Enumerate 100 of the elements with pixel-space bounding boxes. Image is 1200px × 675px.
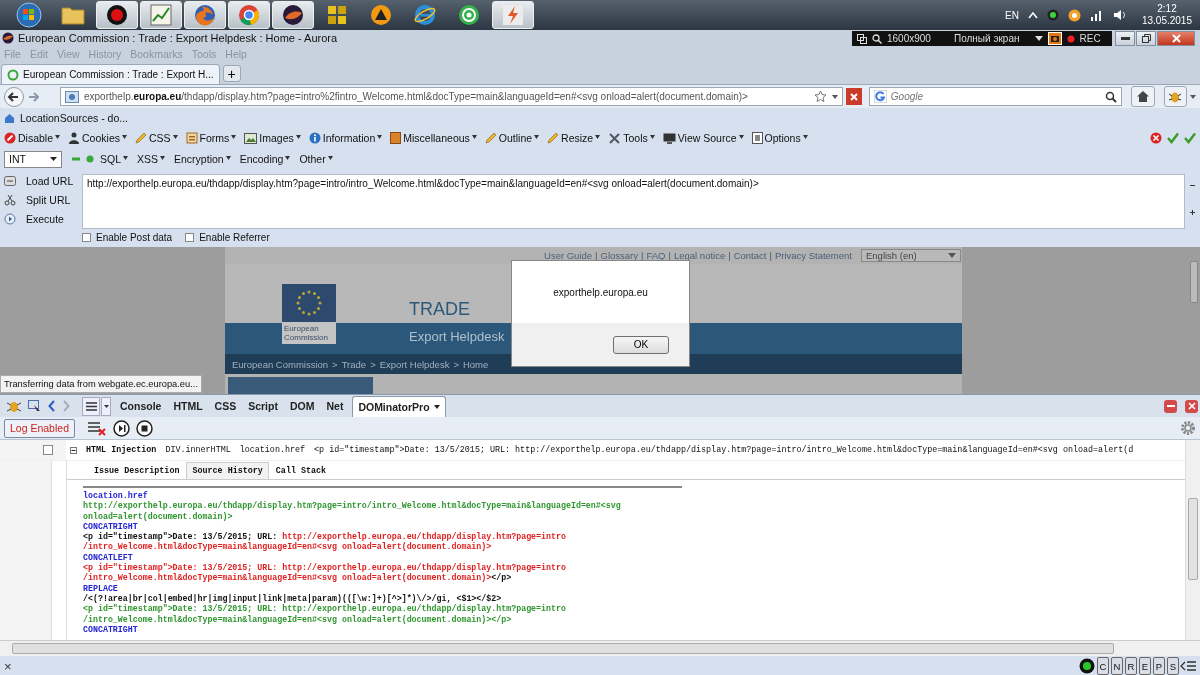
error-icon[interactable] bbox=[1150, 132, 1162, 144]
hackbar-menu[interactable]: SQL bbox=[100, 153, 128, 165]
hackbar-menu[interactable]: Encryption bbox=[174, 153, 231, 165]
settings-icon[interactable] bbox=[1180, 420, 1196, 436]
hackbar-action[interactable]: Execute bbox=[4, 212, 82, 225]
scrollbar[interactable] bbox=[1185, 440, 1200, 640]
breadcrumb-link[interactable]: Export Helpdesk bbox=[379, 358, 450, 370]
taskbar-button[interactable] bbox=[96, 1, 138, 29]
toolbar-menu[interactable]: Options bbox=[751, 132, 808, 144]
subtab[interactable]: Issue Description bbox=[89, 463, 185, 479]
panel-tab[interactable]: DOMinatorPro bbox=[352, 395, 446, 417]
hackbar-menu[interactable]: XSS bbox=[137, 153, 166, 165]
hackbar-action[interactable]: Split URL bbox=[4, 193, 82, 206]
breadcrumb-link[interactable]: Trade bbox=[341, 358, 367, 370]
chevron-up-icon[interactable] bbox=[1027, 11, 1038, 19]
start-orb-icon[interactable] bbox=[16, 2, 42, 28]
toolbar-menu[interactable]: Forms bbox=[185, 132, 237, 144]
close-button[interactable] bbox=[1157, 30, 1195, 46]
subtab[interactable]: Call Stack bbox=[270, 463, 332, 479]
list-toggle-icon[interactable] bbox=[1180, 660, 1196, 672]
clear-list-icon[interactable] bbox=[87, 420, 107, 436]
checkbox[interactable] bbox=[185, 232, 195, 242]
record-dot-icon[interactable] bbox=[1066, 34, 1075, 43]
scrollbar[interactable] bbox=[0, 640, 1200, 656]
status-dot-icon[interactable] bbox=[1046, 9, 1059, 21]
taskbar-button[interactable] bbox=[272, 1, 314, 29]
menu-button[interactable] bbox=[82, 396, 100, 416]
star-icon[interactable] bbox=[814, 90, 828, 103]
close-button[interactable] bbox=[1185, 399, 1198, 413]
zoom-icon[interactable] bbox=[872, 33, 882, 44]
toolbar-menu[interactable]: CSS bbox=[134, 132, 178, 144]
stop-button[interactable] bbox=[846, 88, 862, 105]
url-textarea[interactable]: http://exporthelp.europa.eu/thdapp/display.htm?page=intro/intro_Welcome.html&docType=main&languageId=en#<svg onload=alert(document.domain)> bbox=[82, 174, 1185, 229]
close-button[interactable]: × bbox=[4, 658, 12, 674]
panel-tab[interactable]: Script bbox=[245, 396, 281, 416]
speaker-icon[interactable] bbox=[1112, 9, 1127, 21]
hackbar-menu[interactable]: Encoding bbox=[239, 153, 291, 165]
dropdown-button[interactable] bbox=[101, 396, 111, 416]
panel-tab[interactable]: CSS bbox=[211, 396, 240, 416]
caret-icon[interactable] bbox=[1034, 36, 1043, 41]
checkbox[interactable] bbox=[43, 445, 53, 455]
checkmark-icon[interactable] bbox=[1184, 132, 1196, 144]
collapse-icon[interactable] bbox=[70, 446, 77, 454]
hackbar-action[interactable]: Load URL bbox=[4, 174, 82, 187]
panel-tab[interactable]: Net bbox=[323, 396, 347, 416]
camera-icon[interactable] bbox=[1047, 32, 1062, 45]
ring-icon[interactable] bbox=[1067, 8, 1081, 22]
minus-icon[interactable] bbox=[1189, 185, 1195, 188]
flag-key[interactable]: R bbox=[1125, 657, 1137, 675]
toolbar-menu[interactable]: Miscellaneous bbox=[390, 132, 477, 144]
restore-button[interactable] bbox=[1136, 30, 1156, 46]
breadcrumb-link[interactable]: Home bbox=[462, 358, 489, 370]
toolbar-menu[interactable]: Disable bbox=[4, 132, 61, 144]
plus-icon[interactable] bbox=[1189, 209, 1195, 215]
ok-button[interactable]: OK bbox=[613, 335, 669, 354]
browser-tab[interactable]: European Commission : Trade : Export H... bbox=[1, 64, 220, 84]
g-letter-icon[interactable] bbox=[873, 90, 887, 103]
home-button[interactable] bbox=[1131, 86, 1155, 107]
subtab[interactable]: Source History bbox=[186, 462, 269, 479]
stop-icon[interactable] bbox=[136, 419, 153, 437]
language-indicator[interactable]: EN bbox=[1005, 9, 1019, 21]
signal-icon[interactable] bbox=[1089, 9, 1104, 21]
panel-tab[interactable]: HTML bbox=[170, 396, 206, 416]
flag-key[interactable]: C bbox=[1097, 657, 1109, 675]
flag-key[interactable]: P bbox=[1153, 657, 1165, 675]
search-icon[interactable] bbox=[1105, 90, 1118, 103]
breadcrumb-link[interactable]: European Commission bbox=[232, 358, 329, 370]
rec-label[interactable]: REC bbox=[1079, 33, 1101, 44]
play-pause-icon[interactable] bbox=[113, 419, 130, 437]
toolbar-menu[interactable]: Cookies bbox=[68, 132, 127, 144]
new-tab-button[interactable]: + bbox=[222, 65, 241, 82]
toolbar-menu[interactable]: Images bbox=[244, 132, 301, 144]
bug-icon[interactable] bbox=[6, 399, 22, 413]
toolbar-menu[interactable]: Tools bbox=[608, 131, 655, 145]
toolbar-menu[interactable]: Information bbox=[308, 132, 383, 144]
toolbar-menu[interactable]: Outline bbox=[484, 132, 540, 144]
caret-icon[interactable] bbox=[1190, 94, 1196, 99]
toolbar-menu[interactable]: Resize bbox=[547, 132, 601, 144]
checkbox[interactable] bbox=[82, 232, 91, 242]
encoding-select[interactable]: INT bbox=[4, 150, 62, 168]
inspect-icon[interactable] bbox=[28, 399, 42, 413]
panel-tab[interactable]: DOM bbox=[286, 396, 318, 416]
toolbar-menu[interactable]: View Source bbox=[662, 132, 744, 144]
hackbar-menu[interactable]: Other bbox=[299, 153, 333, 165]
address-field[interactable]: exporthelp.europa.eu/thdapp/display.htm?page=intro%2fintro_Welcome.html&docType=main&languageId=en#<svg onload=alert(document.domain)> bbox=[60, 87, 844, 106]
windows-icon[interactable] bbox=[857, 33, 867, 44]
flag-key[interactable]: N bbox=[1111, 657, 1123, 675]
panel-tab[interactable]: Console bbox=[117, 396, 165, 416]
bug-button[interactable] bbox=[1163, 86, 1187, 107]
log-enabled-button[interactable]: Log Enabled bbox=[4, 418, 75, 438]
caret-icon[interactable] bbox=[832, 94, 839, 99]
search-bar[interactable]: Google bbox=[868, 87, 1123, 106]
language-select[interactable]: English (en) bbox=[861, 249, 961, 262]
mode-dropdown[interactable]: Полный экран bbox=[953, 33, 1020, 44]
checkmark-icon[interactable] bbox=[1167, 132, 1179, 144]
folder-icon bbox=[61, 5, 85, 25]
minimize-button[interactable] bbox=[1115, 30, 1135, 46]
flag-key[interactable]: E bbox=[1139, 657, 1151, 675]
flag-key[interactable]: S bbox=[1167, 657, 1179, 675]
back-icon[interactable] bbox=[4, 86, 24, 107]
